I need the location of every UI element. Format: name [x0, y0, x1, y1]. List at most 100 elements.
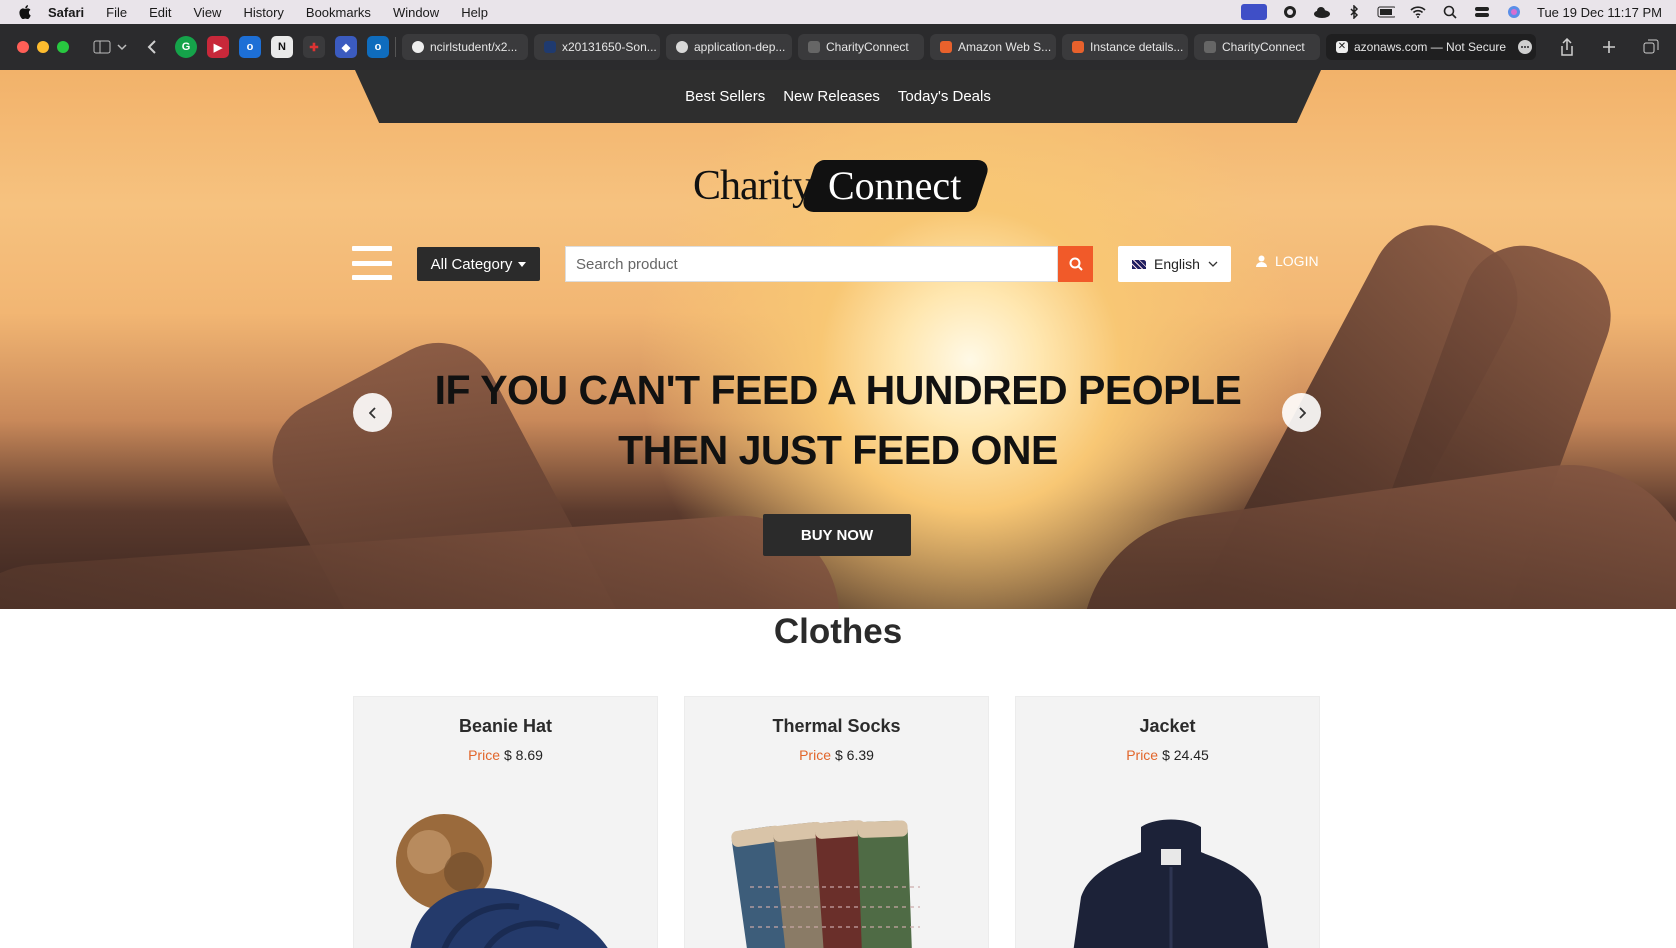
hamburger-menu-icon[interactable] [352, 246, 392, 280]
price-value: $ 8.69 [503, 747, 543, 763]
product-price: Price $ 6.39 [685, 747, 988, 763]
spotlight-search-icon[interactable] [1441, 5, 1459, 19]
tab-label: x20131650-Son... [562, 40, 657, 54]
screen: { "menubar": { "app_name": "Safari", "it… [0, 0, 1676, 948]
tab-charityconnect-1[interactable]: CharityConnect [798, 34, 924, 60]
tab-application-dep[interactable]: application-dep... [666, 34, 792, 60]
price-value: $ 24.45 [1162, 747, 1209, 763]
thermal-socks-image[interactable] [730, 807, 950, 948]
wifi-icon[interactable] [1409, 5, 1427, 19]
chevron-down-icon[interactable] [115, 34, 129, 60]
close-window-button[interactable] [17, 41, 29, 53]
search-button[interactable] [1058, 246, 1093, 282]
product-name[interactable]: Beanie Hat [354, 716, 657, 737]
more-options-icon[interactable] [1512, 34, 1538, 60]
menu-app-name[interactable]: Safari [48, 5, 84, 20]
uk-flag-icon [1132, 259, 1146, 269]
product-name[interactable]: Thermal Socks [685, 716, 988, 737]
new-tab-icon[interactable] [1596, 34, 1622, 60]
tab-label: CharityConnect [1222, 40, 1305, 54]
product-price: Price $ 24.45 [1016, 747, 1319, 763]
outlook-favorite-icon[interactable]: o [239, 36, 261, 58]
cloud-icon[interactable] [1313, 5, 1331, 19]
sonar-icon [544, 41, 556, 53]
jacket-image[interactable] [1051, 807, 1291, 948]
toolbar-separator [395, 37, 396, 57]
grammarly-icon[interactable] [1281, 5, 1299, 19]
grammarly-extension-icon[interactable]: G [175, 36, 197, 58]
battery-icon[interactable] [1377, 5, 1395, 19]
tab-label: application-dep... [694, 40, 786, 54]
menu-help[interactable]: Help [461, 5, 488, 20]
beanie-hat-image[interactable] [369, 807, 629, 948]
github-icon [412, 41, 424, 53]
bookmark-favorite-icon[interactable]: ✚ [303, 36, 325, 58]
apple-icon[interactable] [14, 5, 36, 19]
tab-active-not-secure[interactable]: ✕ azonaws.com — Not Secure [1326, 34, 1536, 60]
menu-bookmarks[interactable]: Bookmarks [306, 5, 371, 20]
hero-headline-line-1: IF YOU CAN'T FEED A HUNDRED PEOPLE [434, 367, 1242, 413]
price-label: Price [799, 747, 831, 763]
tab-overview-icon[interactable] [1638, 34, 1664, 60]
price-label: Price [468, 747, 500, 763]
logo-text-charity: Charity [693, 163, 813, 209]
notion-favorite-icon[interactable]: N [271, 36, 293, 58]
login-link[interactable]: LOGIN [1256, 253, 1319, 269]
siri-icon[interactable] [1505, 5, 1523, 19]
chevron-down-icon [1208, 261, 1218, 267]
chevron-left-icon [368, 406, 376, 419]
all-category-dropdown[interactable]: All Category [417, 247, 540, 281]
screen-mirroring-icon[interactable] [1240, 4, 1267, 20]
menu-view[interactable]: View [194, 5, 222, 20]
zoom-window-button[interactable] [57, 41, 69, 53]
tab-label: Instance details... [1090, 40, 1184, 54]
tab-aws[interactable]: Amazon Web S... [930, 34, 1056, 60]
tab-label: CharityConnect [826, 40, 909, 54]
language-selector[interactable]: English [1118, 246, 1231, 282]
bluetooth-icon[interactable] [1345, 5, 1363, 19]
site-icon [808, 41, 820, 53]
youtube-favorite-icon[interactable]: ▶ [207, 36, 229, 58]
minimize-window-button[interactable] [37, 41, 49, 53]
tab-sonar[interactable]: x20131650-Son... [534, 34, 660, 60]
share-icon[interactable] [1554, 34, 1580, 60]
window-controls [17, 41, 69, 53]
buy-now-button[interactable]: BUY NOW [763, 514, 911, 556]
tab-label: azonaws.com — Not Secure [1354, 40, 1507, 54]
tab-instance-details[interactable]: Instance details... [1062, 34, 1188, 60]
nav-todays-deals[interactable]: Today's Deals [898, 88, 991, 105]
search-input[interactable] [565, 246, 1058, 282]
top-navigation: Best Sellers New Releases Today's Deals [355, 70, 1321, 123]
hero-headline: IF YOU CAN'T FEED A HUNDRED PEOPLE THEN … [380, 360, 1296, 480]
close-tab-icon[interactable]: ✕ [1336, 41, 1348, 53]
product-card-jacket[interactable]: Jacket Price $ 24.45 [1015, 696, 1320, 948]
logo-text-connect: Connect [828, 163, 962, 208]
product-card-beanie-hat[interactable]: Beanie Hat Price $ 8.69 [353, 696, 658, 948]
sidebar-toggle-icon[interactable] [89, 34, 115, 60]
price-value: $ 6.39 [834, 747, 874, 763]
menu-history[interactable]: History [243, 5, 283, 20]
menu-window[interactable]: Window [393, 5, 439, 20]
toolbar-right [1512, 24, 1664, 70]
outlook-mail-favorite-icon[interactable]: o [367, 36, 389, 58]
back-button[interactable] [139, 34, 165, 60]
tab-label: ncirlstudent/x2... [430, 40, 518, 54]
nav-new-releases[interactable]: New Releases [783, 88, 880, 105]
product-name[interactable]: Jacket [1016, 716, 1319, 737]
caret-down-icon [518, 261, 527, 267]
product-price: Price $ 8.69 [354, 747, 657, 763]
all-category-label: All Category [430, 255, 513, 273]
browser-toolbar: G ▶ o N ✚ ◆ o ncirlstudent/x2... x201316… [0, 24, 1676, 70]
control-center-icon[interactable] [1473, 5, 1491, 19]
menu-edit[interactable]: Edit [149, 5, 171, 20]
tab-label: Amazon Web S... [958, 40, 1052, 54]
menubar-clock[interactable]: Tue 19 Dec 11:17 PM [1537, 5, 1662, 20]
menu-file[interactable]: File [106, 5, 127, 20]
extension-favorite-icon[interactable]: ◆ [335, 36, 357, 58]
product-card-thermal-socks[interactable]: Thermal Socks Price $ 6.39 [684, 696, 989, 948]
nav-best-sellers[interactable]: Best Sellers [685, 88, 765, 105]
tab-charityconnect-2[interactable]: CharityConnect [1194, 34, 1320, 60]
jenkins-icon [676, 41, 688, 53]
tab-github[interactable]: ncirlstudent/x2... [402, 34, 528, 60]
site-logo[interactable]: Charity Connect [693, 160, 992, 216]
